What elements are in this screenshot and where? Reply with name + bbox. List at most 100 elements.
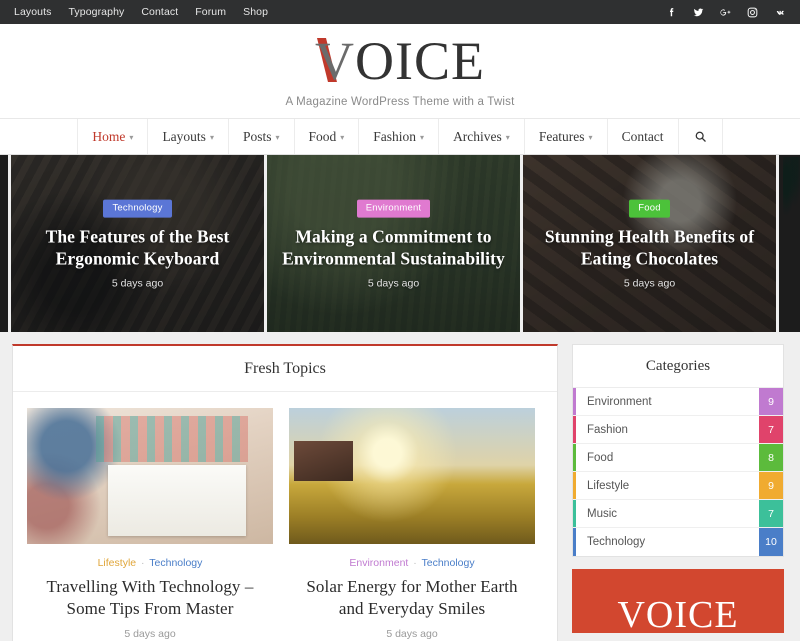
nav-search-toggle[interactable] [679,119,723,154]
nav-label-layouts: Layouts [162,128,206,144]
post-categories: Lifestyle · Technology [31,557,269,569]
categories-heading: Categories [573,345,783,388]
sidebar: Categories Environment 9 Fashion 7 Food … [572,344,784,641]
chevron-down-icon: ▾ [588,132,593,142]
topbar-link-forum[interactable]: Forum [195,6,226,18]
facebook-icon[interactable] [665,6,678,19]
category-row-food[interactable]: Food 8 [573,444,783,472]
category-count-badge: 8 [759,444,783,471]
photo-detail-book [108,465,246,536]
slide-caption: Technology The Features of the Best Ergo… [11,197,264,290]
post-category-lifestyle[interactable]: Lifestyle [98,557,137,569]
nav-label-posts: Posts [242,128,272,144]
category-label[interactable]: Food [576,444,759,471]
nav-item-home[interactable]: Home ▾ [77,119,149,154]
nav-item-features[interactable]: Features ▾ [525,119,608,154]
post-body: Lifestyle · Technology Travelling With T… [27,544,273,641]
masthead: V OICE A Magazine WordPress Theme with a… [0,24,800,118]
nav-item-fashion[interactable]: Fashion ▾ [359,119,440,154]
topbar-link-contact[interactable]: Contact [141,6,178,18]
slide-date: 5 days ago [367,277,420,290]
main-nav: Home ▾ Layouts ▾ Posts ▾ Food ▾ Fashion … [0,118,800,155]
topbar-link-typography[interactable]: Typography [68,6,124,18]
featured-slider[interactable]: Technology The Features of the Best Ergo… [0,155,800,332]
main-column: Fresh Topics Lifestyle · Technology Trav… [12,344,558,641]
slide-environment[interactable]: Environment Making a Commitment to Envir… [267,155,520,332]
slide-partial-left[interactable] [0,155,8,332]
nav-item-food[interactable]: Food ▾ [295,119,360,154]
category-row-fashion[interactable]: Fashion 7 [573,416,783,444]
category-separator: · [413,557,417,569]
category-label[interactable]: Music [576,500,759,527]
top-bar: Layouts Typography Contact Forum Shop [0,0,800,24]
post-card[interactable]: Lifestyle · Technology Travelling With T… [27,408,273,641]
category-separator: · [141,557,145,569]
category-row-lifestyle[interactable]: Lifestyle 9 [573,472,783,500]
nav-label-food: Food [308,128,337,144]
google-plus-icon[interactable] [719,6,732,19]
fresh-topics-heading: Fresh Topics [13,346,557,392]
post-category-technology[interactable]: Technology [421,557,474,569]
slide-title[interactable]: Making a Commitment to Environmental Sus… [279,225,508,270]
post-photo-desk-workspace [27,408,273,544]
category-label[interactable]: Fashion [576,416,759,443]
promo-logo: VOICE [617,594,739,633]
post-thumbnail[interactable] [289,408,535,544]
nav-item-contact[interactable]: Contact [608,119,679,154]
category-label[interactable]: Lifestyle [576,472,759,499]
post-body: Environment · Technology Solar Energy fo… [289,544,535,641]
slide-technology[interactable]: Technology The Features of the Best Ergo… [11,155,264,332]
slide-title[interactable]: The Features of the Best Ergonomic Keybo… [23,225,252,270]
post-category-technology[interactable]: Technology [149,557,202,569]
category-count-badge: 7 [759,416,783,443]
post-date: 5 days ago [124,628,176,641]
slide-category-badge[interactable]: Technology [103,199,172,218]
site-logo[interactable]: V OICE [315,34,485,88]
post-thumbnail[interactable] [27,408,273,544]
fresh-topics-panel: Fresh Topics Lifestyle · Technology Trav… [12,344,558,641]
chevron-down-icon: ▾ [340,132,345,142]
post-title[interactable]: Travelling With Technology – Some Tips F… [31,576,269,620]
nav-label-archives: Archives [453,128,502,144]
nav-item-posts[interactable]: Posts ▾ [229,119,295,154]
slide-category-badge[interactable]: Food [629,199,670,218]
nav-label-fashion: Fashion [373,128,417,144]
category-count-badge: 7 [759,500,783,527]
post-grid: Lifestyle · Technology Travelling With T… [13,392,557,641]
post-title[interactable]: Solar Energy for Mother Earth and Everyd… [293,576,531,620]
vk-icon[interactable] [773,6,786,19]
nav-label-home: Home [92,128,126,144]
slide-food[interactable]: Food Stunning Health Benefits of Eating … [523,155,776,332]
categories-list: Environment 9 Fashion 7 Food 8 Lifestyle… [573,388,783,556]
topbar-link-shop[interactable]: Shop [243,6,268,18]
twitter-icon[interactable] [692,6,705,19]
topbar-link-layouts[interactable]: Layouts [14,6,51,18]
promo-banner[interactable]: VOICE [572,569,784,633]
categories-widget: Categories Environment 9 Fashion 7 Food … [572,344,784,557]
instagram-icon[interactable] [746,6,759,19]
site-tagline: A Magazine WordPress Theme with a Twist [285,96,515,108]
chevron-down-icon: ▾ [275,132,280,142]
nav-item-layouts[interactable]: Layouts ▾ [148,119,229,154]
category-count-badge: 9 [759,388,783,415]
category-count-badge: 9 [759,472,783,499]
slide-title[interactable]: Stunning Health Benefits of Eating Choco… [535,225,764,270]
slide-partial-right[interactable] [779,155,800,332]
nav-item-archives[interactable]: Archives ▾ [439,119,525,154]
content-area: Fresh Topics Lifestyle · Technology Trav… [0,332,800,641]
post-categories: Environment · Technology [293,557,531,569]
category-row-technology[interactable]: Technology 10 [573,528,783,556]
category-label[interactable]: Environment [576,388,759,415]
category-label[interactable]: Technology [576,528,759,556]
category-row-environment[interactable]: Environment 9 [573,388,783,416]
chevron-down-icon: ▾ [505,132,510,142]
category-count-badge: 10 [759,528,783,556]
category-row-music[interactable]: Music 7 [573,500,783,528]
post-category-environment[interactable]: Environment [349,557,408,569]
post-card[interactable]: Environment · Technology Solar Energy fo… [289,408,535,641]
slide-category-badge[interactable]: Environment [356,199,431,218]
slide-caption: Environment Making a Commitment to Envir… [267,197,520,290]
social-links [665,6,786,19]
logo-v-letter: V [315,31,355,91]
nav-label-contact: Contact [621,128,664,144]
